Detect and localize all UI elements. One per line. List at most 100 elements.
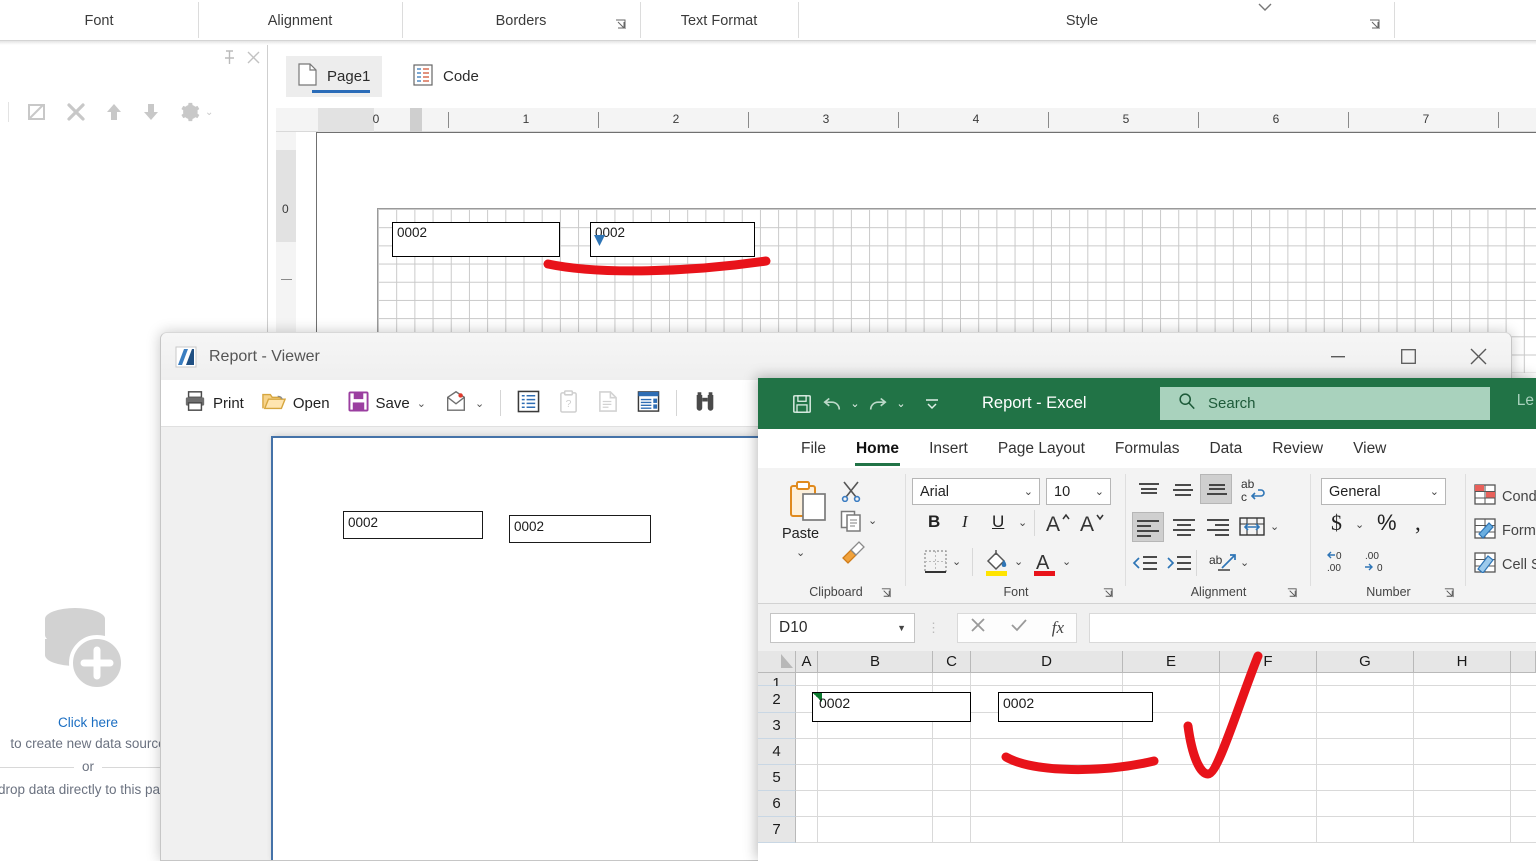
merge-and-center-button[interactable] (1238, 514, 1266, 545)
maximize-icon[interactable] (1373, 333, 1443, 380)
settings-chevron-down-icon[interactable]: ⌄ (205, 107, 213, 118)
orientation-chevron-down-icon[interactable]: ⌄ (1240, 556, 1249, 569)
designer-textbox-1[interactable]: 0002 (392, 222, 560, 257)
orientation-button[interactable]: ab (1208, 550, 1238, 581)
borders-dialog-launcher-icon[interactable] (614, 18, 627, 31)
decrease-font-size-button[interactable]: A (1078, 509, 1104, 540)
accounting-chevron-down-icon[interactable]: ⌄ (1355, 518, 1364, 531)
font-size-combo[interactable]: 10 ⌄ (1046, 478, 1111, 505)
ribbon-group-alignment[interactable]: Alignment (198, 0, 402, 41)
font-color-button[interactable]: A (1032, 548, 1058, 581)
align-right-button[interactable] (1206, 517, 1230, 542)
grid-row-4[interactable] (796, 739, 1536, 765)
column-header-C[interactable]: C (933, 651, 971, 673)
align-center-button[interactable] (1172, 517, 1196, 542)
comma-style-button[interactable]: , (1415, 510, 1421, 536)
ribbon-collapse-chevron-icon[interactable] (1256, 0, 1274, 18)
save-icon[interactable] (788, 390, 816, 418)
chevron-down-icon[interactable]: ⌄ (1430, 485, 1439, 498)
tab-home[interactable]: Home (841, 429, 914, 468)
column-header-H[interactable]: H (1414, 651, 1511, 673)
delete-datasource-icon[interactable] (65, 101, 87, 123)
close-icon[interactable] (1443, 333, 1511, 380)
row-header-7[interactable]: 7 (758, 817, 796, 843)
row-header-5[interactable]: 5 (758, 765, 796, 791)
copy-button[interactable] (840, 510, 864, 537)
viewer-title-bar[interactable]: Report - Viewer (161, 333, 1511, 380)
column-header-G[interactable]: G (1317, 651, 1414, 673)
chevron-down-icon[interactable]: ⌄ (475, 397, 484, 410)
row-header-2[interactable]: 2 (758, 686, 796, 713)
formula-bar-grip[interactable]: ⋮ (927, 621, 940, 634)
font-dialog-launcher-icon[interactable] (1102, 587, 1115, 600)
increase-indent-button[interactable] (1166, 554, 1192, 579)
chevron-down-icon[interactable]: ⌄ (1024, 485, 1033, 498)
thumbnails-button[interactable] (628, 384, 669, 422)
formula-input[interactable] (1089, 612, 1536, 643)
edit-datasource-icon[interactable] (26, 101, 48, 123)
horizontal-ruler[interactable]: 0 1 2 3 4 5 6 7 (276, 108, 1536, 132)
underline-button[interactable]: U (992, 512, 1004, 532)
number-format-combo[interactable]: General ⌄ (1321, 478, 1446, 505)
excel-cell-D2[interactable]: 0002 (998, 692, 1153, 722)
excel-cell-B2[interactable]: 0002 (812, 692, 971, 722)
cancel-icon[interactable] (970, 617, 986, 638)
merge-chevron-down-icon[interactable]: ⌄ (1270, 520, 1279, 533)
redo-chevron-down-icon[interactable]: ⌄ (894, 397, 908, 410)
conditional-formatting-button[interactable]: Cond (1474, 484, 1536, 510)
tab-view[interactable]: View (1338, 429, 1401, 468)
row-header-4[interactable]: 4 (758, 739, 796, 765)
column-header-E[interactable]: E (1123, 651, 1220, 673)
find-button[interactable] (684, 384, 726, 422)
tab-page1[interactable]: Page1 (286, 56, 383, 97)
ribbon-group-style[interactable]: Style (798, 0, 1366, 41)
pin-icon[interactable] (223, 50, 236, 70)
fill-color-button[interactable] (984, 548, 1010, 581)
decrease-decimal-button[interactable]: .00 0 (1363, 548, 1393, 579)
borders-button[interactable] (924, 550, 947, 578)
excel-grid[interactable]: A B C D E F G H 1 2 3 4 5 6 7 0002 0002 (758, 651, 1536, 861)
fill-color-chevron-down-icon[interactable]: ⌄ (1014, 555, 1023, 568)
format-as-table-button[interactable]: Form (1474, 518, 1536, 544)
column-header-A[interactable]: A (796, 651, 818, 673)
tab-review[interactable]: Review (1257, 429, 1338, 468)
italic-button[interactable]: I (962, 512, 968, 532)
tab-formulas[interactable]: Formulas (1100, 429, 1195, 468)
enter-icon[interactable] (1010, 617, 1028, 638)
column-header-I[interactable] (1511, 651, 1536, 673)
row-header-3[interactable]: 3 (758, 713, 796, 739)
search-box[interactable]: Search (1160, 387, 1490, 420)
move-down-icon[interactable] (141, 102, 161, 122)
tab-code[interactable]: Code (401, 56, 491, 97)
paste-button[interactable] (788, 480, 830, 529)
tab-file[interactable]: File (786, 429, 841, 468)
grid-row-7[interactable] (796, 817, 1536, 843)
move-up-icon[interactable] (104, 102, 124, 122)
tab-page-layout[interactable]: Page Layout (983, 429, 1100, 468)
style-dialog-launcher-icon[interactable] (1368, 18, 1381, 31)
wrap-text-button[interactable]: ab c (1240, 476, 1268, 509)
clipboard-dialog-launcher-icon[interactable] (880, 587, 893, 600)
cell-styles-button[interactable]: Cell S (1474, 552, 1536, 578)
chevron-down-icon[interactable]: ⌄ (417, 397, 426, 410)
column-header-F[interactable]: F (1220, 651, 1317, 673)
grid-row-1[interactable] (796, 673, 1536, 686)
align-left-button[interactable] (1132, 512, 1164, 542)
increase-font-size-button[interactable]: A (1044, 509, 1070, 540)
grid-row-5[interactable] (796, 765, 1536, 791)
underline-chevron-down-icon[interactable]: ⌄ (1018, 516, 1027, 529)
ribbon-group-text-format[interactable]: Text Format (640, 0, 798, 41)
column-header-D[interactable]: D (971, 651, 1123, 673)
align-top-button[interactable] (1136, 480, 1162, 507)
borders-chevron-down-icon[interactable]: ⌄ (952, 555, 961, 568)
row-header-1[interactable]: 1 (758, 673, 796, 692)
print-button[interactable]: Print (175, 384, 253, 422)
cut-button[interactable] (840, 480, 862, 507)
redo-icon[interactable] (864, 390, 892, 418)
number-dialog-launcher-icon[interactable] (1443, 587, 1456, 600)
save-button[interactable]: Save ⌄ (339, 384, 435, 422)
column-header-B[interactable]: B (818, 651, 933, 673)
ribbon-group-borders[interactable]: Borders (402, 0, 640, 41)
align-bottom-button[interactable] (1200, 474, 1232, 504)
decrease-indent-button[interactable] (1132, 554, 1158, 579)
